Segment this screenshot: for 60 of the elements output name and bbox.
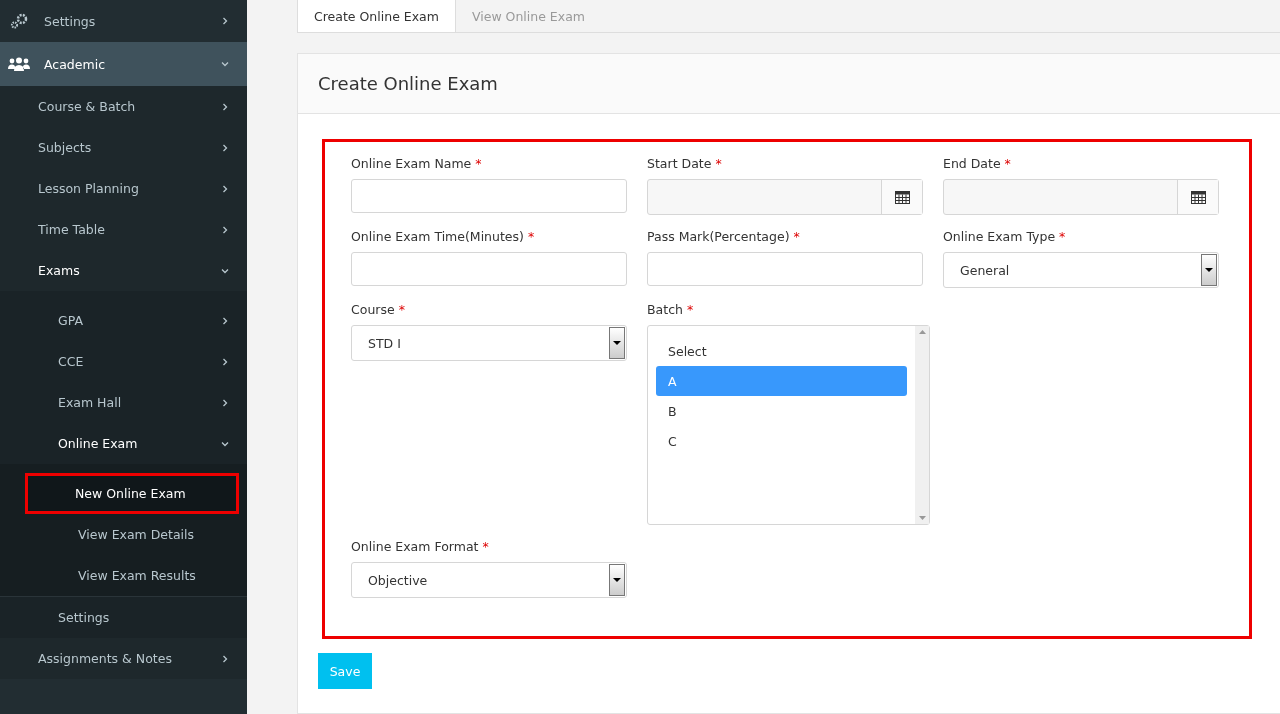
chevron-right-icon [221, 654, 229, 663]
dropdown[interactable]: Objective [351, 562, 627, 598]
chevron-right-icon [221, 184, 229, 193]
sidebar-item[interactable]: Online Exam [0, 423, 247, 464]
text-field[interactable] [647, 252, 923, 286]
chevron-down-icon [221, 60, 229, 68]
field-label: Start Date * [647, 156, 723, 171]
field-label: Online Exam Time(Minutes) * [351, 229, 536, 244]
sidebar-item[interactable]: Course & Batch [0, 86, 247, 127]
sidebar-item[interactable]: Subjects [0, 127, 247, 168]
list-box[interactable]: Select A B C [647, 325, 930, 525]
panel-title: Create Online Exam [318, 73, 498, 94]
sidebar-item[interactable]: Settings [0, 0, 247, 42]
scroll-down-icon[interactable] [918, 516, 926, 520]
dropdown-arrow-icon [613, 578, 621, 582]
calendar-icon[interactable] [894, 190, 910, 204]
chevron-right-icon [221, 17, 229, 25]
sidebar-item[interactable]: View Exam Details [0, 514, 247, 555]
text-field[interactable] [351, 179, 627, 213]
field-label: Online Exam Name * [351, 156, 483, 171]
dropdown-arrow-icon [1205, 268, 1213, 272]
sidebar-item[interactable]: CCE [0, 341, 247, 382]
chevron-right-icon [221, 357, 229, 366]
dropdown-arrow-icon [613, 341, 621, 345]
text-field[interactable] [351, 252, 627, 286]
chevron-down-icon [221, 266, 229, 275]
sidebar-item[interactable]: Exam Hall [0, 382, 247, 423]
list-option[interactable]: Select [656, 336, 907, 366]
sidebar-item[interactable]: GPA [0, 300, 247, 341]
field-label: End Date * [943, 156, 1012, 171]
field-label: Course * [351, 302, 406, 317]
sidebar-item[interactable]: Academic [0, 42, 247, 86]
calendar-icon[interactable] [1190, 190, 1206, 204]
field-label: Pass Mark(Percentage) * [647, 229, 801, 244]
sidebar-item[interactable]: View Exam Results [0, 555, 247, 596]
chevron-down-icon [221, 439, 229, 448]
list-option[interactable]: C [656, 426, 907, 456]
tab[interactable]: Create Online Exam [297, 0, 456, 32]
users-icon [8, 57, 30, 71]
sidebar-item[interactable]: Assignments & Notes [0, 638, 247, 679]
chevron-right-icon [221, 102, 229, 111]
chevron-right-icon [221, 143, 229, 152]
chevron-right-icon [221, 398, 229, 407]
sidebar-item[interactable]: Lesson Planning [0, 168, 247, 209]
date-field[interactable] [647, 179, 923, 215]
list-option[interactable]: B [656, 396, 907, 426]
sidebar-item[interactable]: New Online Exam [25, 473, 239, 514]
sidebar-item[interactable]: Settings [0, 597, 247, 638]
date-field[interactable] [943, 179, 1219, 215]
chevron-right-icon [221, 316, 229, 325]
scroll-up-icon[interactable] [918, 330, 926, 334]
field-label: Online Exam Format * [351, 539, 490, 554]
sidebar-item[interactable]: Exams [0, 250, 247, 291]
sidebar-item[interactable]: Time Table [0, 209, 247, 250]
gears-icon [10, 13, 28, 29]
chevron-right-icon [221, 225, 229, 234]
dropdown[interactable]: General [943, 252, 1219, 288]
field-label: Batch * [647, 302, 695, 317]
dropdown[interactable]: STD I [351, 325, 627, 361]
field-label: Online Exam Type * [943, 229, 1067, 244]
